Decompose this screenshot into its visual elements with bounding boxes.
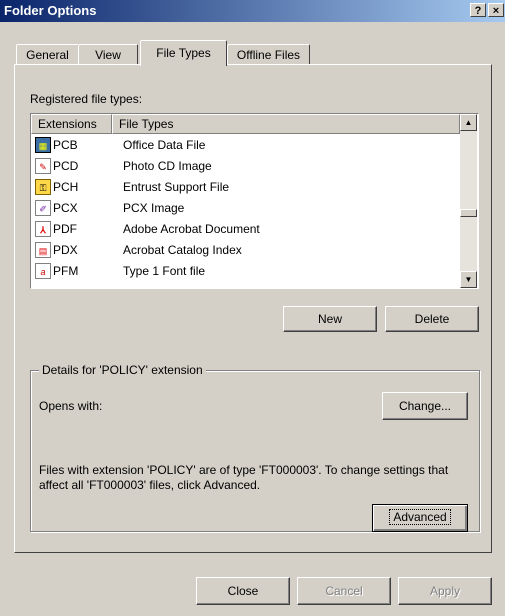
scroll-up-button[interactable]: ▲: [460, 114, 477, 131]
arrow-up-icon: ▲: [464, 118, 473, 127]
office-data-icon: ▦: [35, 137, 51, 153]
new-button[interactable]: New: [283, 306, 377, 332]
tab-offline-files[interactable]: Offline Files: [227, 44, 310, 66]
close-window-button[interactable]: ×: [488, 3, 504, 17]
list-item[interactable]: ✎ PCD Photo CD Image: [31, 156, 461, 177]
list-item[interactable]: ⚿ PCH Entrust Support File: [31, 177, 461, 198]
file-types-list[interactable]: Extensions File Types ▦ PCB Office Data …: [30, 113, 479, 289]
tab-view[interactable]: View: [78, 44, 138, 66]
extension-cell: PCH: [53, 180, 79, 194]
list-item[interactable]: ▦ PCB Office Data File: [31, 135, 461, 156]
acrobat-document-icon: ⅄: [35, 221, 51, 237]
list-item[interactable]: a PFM Type 1 Font file: [31, 261, 461, 282]
close-icon: ×: [492, 5, 500, 17]
extension-cell: PCB: [53, 138, 78, 152]
advanced-button[interactable]: Advanced: [372, 504, 468, 532]
button-label: Cancel: [325, 584, 363, 598]
file-type-cell: Entrust Support File: [123, 180, 230, 194]
cancel-button[interactable]: Cancel: [297, 577, 391, 605]
tab-file-types[interactable]: File Types: [140, 40, 227, 66]
list-item[interactable]: ▤ PDX Acrobat Catalog Index: [31, 240, 461, 261]
file-type-cell: Office Data File: [123, 138, 206, 152]
window-title: Folder Options: [4, 3, 97, 18]
folder-options-window: Folder Options ? × General View File Typ…: [0, 0, 505, 616]
list-item[interactable]: ✐ PCX PCX Image: [31, 198, 461, 219]
tab-label: Offline Files: [236, 48, 301, 62]
font-file-icon: a: [35, 263, 51, 279]
vertical-scrollbar[interactable]: ▲ ▼: [460, 114, 477, 288]
details-description: Files with extension 'POLICY' are of typ…: [39, 463, 449, 492]
file-type-cell: Adobe Acrobat Document: [123, 222, 260, 236]
change-button[interactable]: Change...: [382, 392, 468, 420]
button-label: Change...: [398, 399, 452, 413]
acrobat-catalog-icon: ▤: [35, 242, 51, 258]
file-type-cell: PCX Image: [123, 201, 185, 215]
delete-button[interactable]: Delete: [385, 306, 479, 332]
extension-cell: PCD: [53, 159, 79, 173]
tab-label: File Types: [156, 46, 211, 60]
apply-button[interactable]: Apply: [398, 577, 492, 605]
file-type-cell: Acrobat Catalog Index: [123, 243, 242, 257]
close-button[interactable]: Close: [196, 577, 290, 605]
opens-with-label: Opens with:: [39, 399, 103, 413]
key-file-icon: ⚿: [35, 179, 51, 195]
extension-cell: PDX: [53, 243, 78, 257]
paint-image-icon: ✐: [35, 200, 51, 216]
title-bar[interactable]: Folder Options ? ×: [0, 0, 505, 22]
photo-cd-icon: ✎: [35, 158, 51, 174]
help-icon: ?: [474, 5, 482, 17]
tab-general[interactable]: General: [16, 44, 79, 66]
tab-label: General: [26, 48, 69, 62]
arrow-down-icon: ▼: [464, 275, 473, 284]
file-type-cell: Photo CD Image: [123, 159, 212, 173]
column-header-extensions[interactable]: Extensions: [31, 114, 112, 134]
button-label: Close: [227, 584, 259, 598]
list-item[interactable]: ⅄ PDF Adobe Acrobat Document: [31, 219, 461, 240]
button-label: Apply: [429, 584, 461, 598]
scroll-down-button[interactable]: ▼: [460, 271, 477, 288]
button-label: Advanced: [389, 509, 451, 525]
scroll-thumb[interactable]: [460, 209, 477, 217]
button-label: New: [317, 312, 342, 326]
file-type-cell: Type 1 Font file: [123, 264, 206, 278]
help-button[interactable]: ?: [470, 3, 486, 17]
details-legend: Details for 'POLICY' extension: [39, 363, 206, 377]
button-label: Delete: [414, 312, 450, 326]
column-header-file-types[interactable]: File Types: [112, 114, 460, 134]
extension-cell: PFM: [53, 264, 79, 278]
extension-cell: PCX: [53, 201, 78, 215]
extension-cell: PDF: [53, 222, 77, 236]
registered-file-types-label: Registered file types:: [30, 92, 143, 106]
tab-label: View: [95, 48, 121, 62]
